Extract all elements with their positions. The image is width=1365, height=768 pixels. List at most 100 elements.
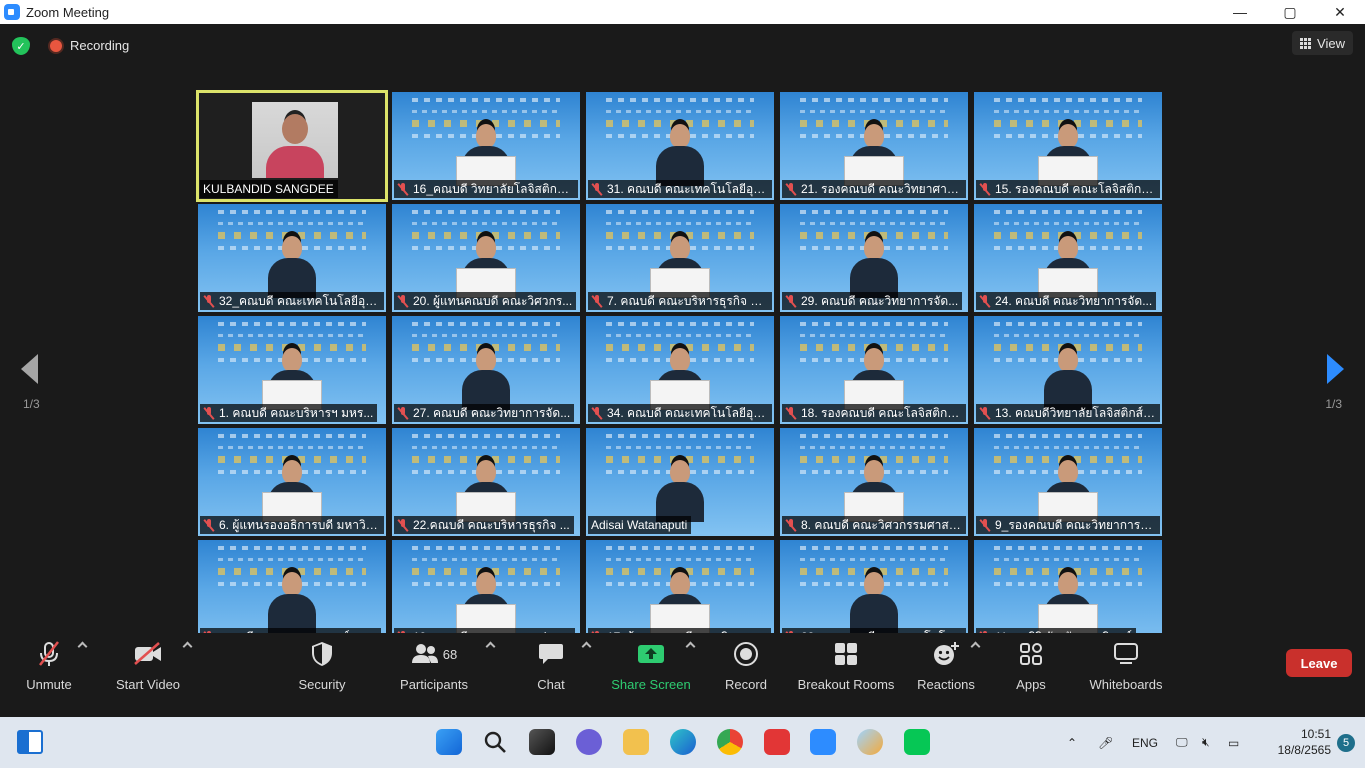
mic-muted-icon: [785, 183, 797, 195]
participant-tile[interactable]: 18. รองคณบดี คณะโลจิสติกส์...: [780, 316, 968, 424]
participant-tile[interactable]: Adisai Watanaputi: [586, 428, 774, 536]
participant-tile[interactable]: 16_คณบดี วิทยาลัยโลจิสติกส์...: [392, 92, 580, 200]
chat-options-caret-icon[interactable]: [581, 641, 592, 652]
mic-muted-icon: [979, 295, 991, 307]
participant-tile[interactable]: 19. คณบดี ผศ.ดร.ฐกฤต ปาน...: [392, 540, 580, 648]
participant-name: 27. คณบดี คณะวิทยาการจัด...: [413, 405, 571, 420]
participant-nameplate: 21. รองคณบดี คณะวิทยาศาส...: [782, 180, 966, 198]
wps-office-icon[interactable]: [764, 729, 790, 755]
edge-browser-icon[interactable]: [670, 729, 696, 755]
participant-nameplate: 29. คณบดี คณะวิทยาการจัด...: [782, 292, 963, 310]
apps-icon: [1019, 639, 1043, 669]
chrome-browser-icon[interactable]: [717, 729, 743, 755]
participant-tile[interactable]: 15. รองคณบดี คณะโลจิสติกส์...: [974, 92, 1162, 200]
audio-options-caret-icon[interactable]: [77, 641, 88, 652]
participant-tile[interactable]: 24. คณบดี คณะวิทยาการจัด...: [974, 204, 1162, 312]
participant-tile[interactable]: 9_รองคณบดี คณะวิทยาการจั...: [974, 428, 1162, 536]
window-titlebar: Zoom Meeting — ▢ ✕: [0, 0, 1365, 24]
participant-video: [1038, 344, 1098, 410]
line-app-icon[interactable]: [904, 729, 930, 755]
apps-button[interactable]: Apps: [1014, 639, 1048, 692]
leave-button[interactable]: Leave: [1286, 649, 1352, 677]
maximize-button[interactable]: ▢: [1265, 0, 1315, 24]
teams-chat-icon[interactable]: [576, 729, 602, 755]
microphone-tray-icon[interactable]: 🎤︎: [1098, 717, 1113, 768]
meeting-toolbar: Unmute Start Video Security 68 Participa…: [0, 633, 1365, 717]
active-speaker-tile[interactable]: KULBANDID SANGDEE: [196, 90, 388, 202]
whiteboards-button[interactable]: Whiteboards: [1086, 639, 1166, 692]
encryption-shield-icon[interactable]: ✓: [12, 37, 30, 55]
breakout-rooms-button[interactable]: Breakout Rooms: [797, 639, 895, 692]
participant-name: 8. คณบดี คณะวิศวกรรมศาสตร์...: [801, 517, 962, 532]
tray-chevron-icon[interactable]: ⌃: [1067, 717, 1077, 768]
zoom-taskbar-icon[interactable]: [810, 729, 836, 755]
participant-tile[interactable]: 22.คณบดี คณะบริหารธุรกิจ ...: [392, 428, 580, 536]
participant-name: KULBANDID SANGDEE: [203, 182, 334, 196]
participant-tile[interactable]: 31. คณบดี คณะเทคโนโลยีอุตสาห...: [586, 92, 774, 200]
mic-muted-icon: [397, 183, 409, 195]
view-button[interactable]: View: [1292, 31, 1353, 55]
participant-name: 16_คณบดี วิทยาลัยโลจิสติกส์...: [413, 181, 574, 196]
participants-icon-group: 68: [411, 639, 457, 669]
security-button[interactable]: Security: [294, 639, 350, 692]
participant-tile[interactable]: 20. ผู้แทนคณบดี คณะวิศวกร...: [392, 204, 580, 312]
share-screen-button[interactable]: Share Screen: [611, 639, 691, 692]
participants-icon: [411, 644, 438, 663]
participant-tile[interactable]: คณบดี คณะมนุษยศาสตร์ฯ ม...: [198, 540, 386, 648]
next-page-arrow-icon[interactable]: [1327, 354, 1344, 384]
participant-nameplate: 13. คณบดีวิทยาลัยโลจิสติกส์แ...: [976, 404, 1160, 422]
mic-muted-icon: [397, 295, 409, 307]
reactions-button[interactable]: Reactions: [916, 639, 976, 692]
windows-start-icon[interactable]: [436, 729, 462, 755]
participant-tile[interactable]: 34. คณบดี คณะเทคโนโลยีอุตสาห...: [586, 316, 774, 424]
mic-muted-icon: [203, 407, 215, 419]
participant-name: 21. รองคณบดี คณะวิทยาศาส...: [801, 181, 962, 196]
participant-tile[interactable]: 17. ผู้แทนคณบดี คณะวิทยาก...: [586, 540, 774, 648]
participant-tile[interactable]: 7. คณบดี คณะบริหารธุรกิจ ม...: [586, 204, 774, 312]
minimize-button[interactable]: —: [1215, 0, 1265, 24]
participant-nameplate: 20. ผู้แทนคณบดี คณะวิศวกร...: [394, 292, 577, 310]
participant-tile[interactable]: 13. คณบดีวิทยาลัยโลจิสติกส์แ...: [974, 316, 1162, 424]
participant-tile[interactable]: 29. คณบดี คณะวิทยาการจัด...: [780, 204, 968, 312]
mic-muted-icon: [591, 183, 603, 195]
close-button[interactable]: ✕: [1315, 0, 1365, 24]
taskbar-clock[interactable]: 10:51 18/8/2565: [1278, 726, 1331, 758]
recording-icon: [50, 40, 62, 52]
participants-count: 68: [442, 646, 458, 662]
search-icon[interactable]: [482, 729, 508, 755]
volume-muted-icon[interactable]: 🔇︎: [1202, 717, 1210, 768]
chat-bubble-icon: [538, 639, 564, 669]
participant-video: [262, 344, 322, 410]
participant-tile[interactable]: 11.ผศ.วิฐิณัฐ ภัคพรหมินทร์: [974, 540, 1162, 648]
participant-video: [1038, 568, 1098, 634]
participant-tile[interactable]: 6. ผู้แทนรองอธิการบดี มหาวิท...: [198, 428, 386, 536]
unmute-button[interactable]: Unmute: [22, 639, 76, 692]
participant-tile[interactable]: 32_คณบดี คณะเทคโนโลยีอุต...: [198, 204, 386, 312]
whiteboards-label: Whiteboards: [1089, 677, 1163, 692]
participant-tile[interactable]: 1. คณบดี คณะบริหารฯ มหร...: [198, 316, 386, 424]
participant-tile[interactable]: 27. คณบดี คณะวิทยาการจัด...: [392, 316, 580, 424]
network-icon[interactable]: 🖵︎: [1176, 717, 1188, 768]
participant-tile[interactable]: 28_รองคณบดี คณะเทคโนโลยี...: [780, 540, 968, 648]
paint-app-icon[interactable]: [857, 729, 883, 755]
file-explorer-icon[interactable]: [623, 729, 649, 755]
participant-name: 24. คณบดี คณะวิทยาการจัด...: [995, 293, 1153, 308]
notification-badge[interactable]: 5: [1337, 734, 1355, 752]
video-options-caret-icon[interactable]: [182, 641, 193, 652]
participants-button[interactable]: 68 Participants: [398, 639, 470, 692]
participants-options-caret-icon[interactable]: [485, 641, 496, 652]
task-view-icon[interactable]: [529, 729, 555, 755]
previous-page-arrow-icon[interactable]: [21, 354, 38, 384]
participant-video: [844, 120, 904, 186]
participant-nameplate: 16_คณบดี วิทยาลัยโลจิสติกส์...: [394, 180, 578, 198]
start-video-button[interactable]: Start Video: [112, 639, 184, 692]
record-button[interactable]: Record: [724, 639, 768, 692]
participant-video: [650, 232, 710, 298]
participant-tile[interactable]: 8. คณบดี คณะวิศวกรรมศาสตร์...: [780, 428, 968, 536]
participant-tile[interactable]: 21. รองคณบดี คณะวิทยาศาส...: [780, 92, 968, 200]
widgets-icon[interactable]: [17, 730, 43, 754]
battery-icon[interactable]: ▭: [1228, 717, 1239, 768]
language-indicator[interactable]: ENG: [1132, 717, 1158, 768]
participant-video: [1038, 232, 1098, 298]
chat-button[interactable]: Chat: [536, 639, 566, 692]
